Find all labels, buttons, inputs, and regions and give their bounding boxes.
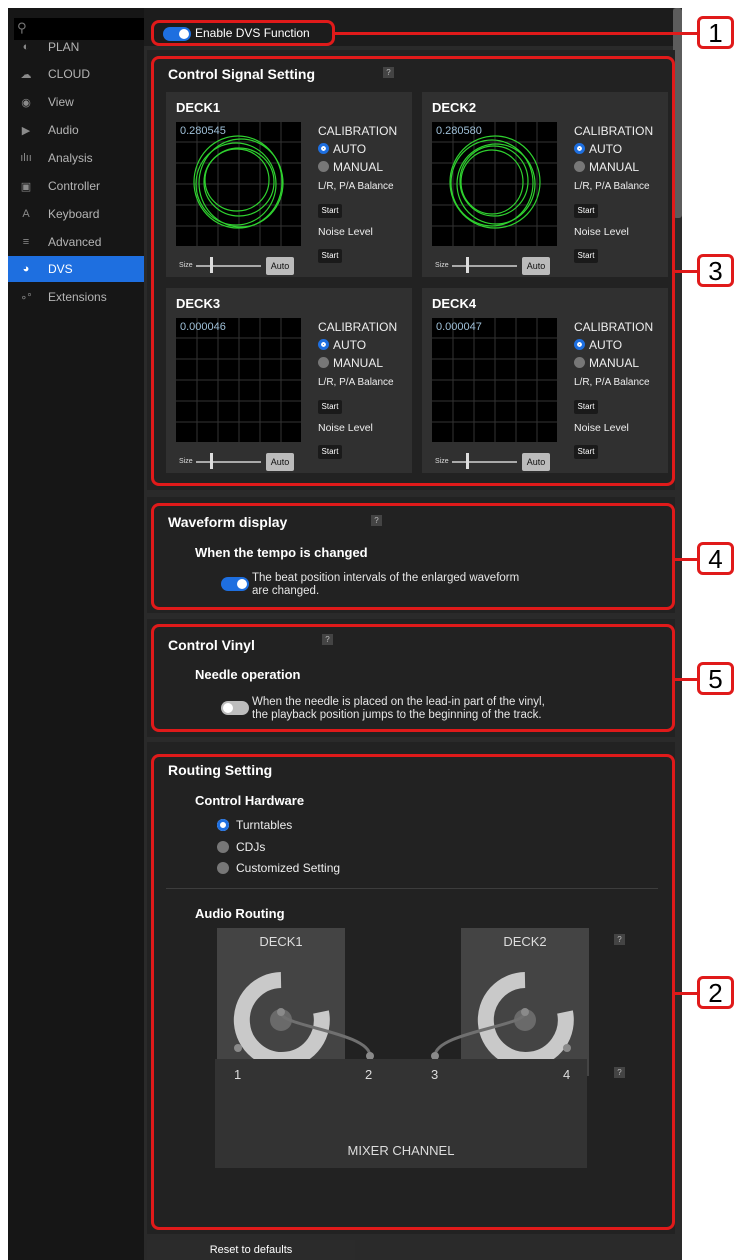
sidebar-item-keyboard[interactable]: A Keyboard bbox=[8, 201, 144, 227]
sidebar-item-label: Controller bbox=[48, 179, 101, 193]
sidebar-item-label: DVS bbox=[48, 262, 73, 276]
callout-4: 4 bbox=[697, 542, 734, 575]
sidebar-item-label: Extensions bbox=[48, 290, 107, 304]
sidebar-item-label: Keyboard bbox=[48, 207, 100, 221]
callout-5: 5 bbox=[697, 662, 734, 695]
speaker-icon: ▶ bbox=[21, 124, 31, 137]
annotation-leader-3 bbox=[675, 270, 697, 273]
annotation-leader-5 bbox=[675, 678, 697, 681]
waveform-icon: ılıı bbox=[20, 152, 32, 164]
annotation-leader-4 bbox=[675, 558, 697, 561]
annotation-box-2 bbox=[151, 754, 675, 1230]
sidebar-item-view[interactable]: ◉ View bbox=[8, 89, 144, 115]
sidebar-item-audio[interactable]: ▶ Audio bbox=[8, 117, 144, 143]
callout-3: 3 bbox=[697, 254, 734, 287]
sidebar: ⚲ ◐ PLAN ☁ CLOUD ◉ View ▶ Audio ılıı Ana… bbox=[8, 8, 144, 1260]
plan-icon: ◐ bbox=[22, 41, 30, 53]
annotation-leader-1 bbox=[335, 32, 697, 35]
sidebar-item-advanced[interactable]: ≡ Advanced bbox=[8, 229, 144, 255]
annotation-box-5 bbox=[151, 624, 675, 732]
list-icon: ≡ bbox=[22, 236, 30, 248]
reset-to-defaults-button[interactable]: Reset to defaults bbox=[147, 1240, 355, 1260]
annotation-box-1 bbox=[151, 20, 335, 46]
cloud-icon: ☁ bbox=[20, 68, 32, 81]
controller-icon: ▣ bbox=[20, 180, 32, 193]
dvs-icon: ◕ bbox=[22, 263, 30, 275]
sidebar-item-label: Audio bbox=[48, 123, 79, 137]
callout-2: 2 bbox=[697, 976, 734, 1009]
callout-1: 1 bbox=[697, 16, 734, 49]
sidebar-item-analysis[interactable]: ılıı Analysis bbox=[8, 145, 144, 171]
sidebar-item-label: Advanced bbox=[48, 235, 102, 249]
extensions-icon: ∘° bbox=[20, 291, 32, 304]
eye-icon: ◉ bbox=[21, 96, 31, 109]
sidebar-item-dvs[interactable]: ◕ DVS bbox=[8, 256, 144, 282]
sidebar-item-label: View bbox=[48, 95, 74, 109]
sidebar-item-cloud[interactable]: ☁ CLOUD bbox=[8, 61, 144, 87]
sidebar-item-plan[interactable]: ◐ PLAN bbox=[8, 34, 144, 60]
keyboard-icon: A bbox=[22, 208, 30, 220]
annotation-leader-2 bbox=[675, 992, 697, 995]
sidebar-item-label: CLOUD bbox=[48, 67, 91, 81]
annotation-box-4 bbox=[151, 503, 675, 610]
sidebar-item-label: PLAN bbox=[48, 40, 80, 54]
sidebar-item-label: Analysis bbox=[48, 151, 93, 165]
annotation-box-3 bbox=[151, 56, 675, 486]
sidebar-item-controller[interactable]: ▣ Controller bbox=[8, 173, 144, 199]
sidebar-item-extensions[interactable]: ∘° Extensions bbox=[8, 284, 144, 310]
